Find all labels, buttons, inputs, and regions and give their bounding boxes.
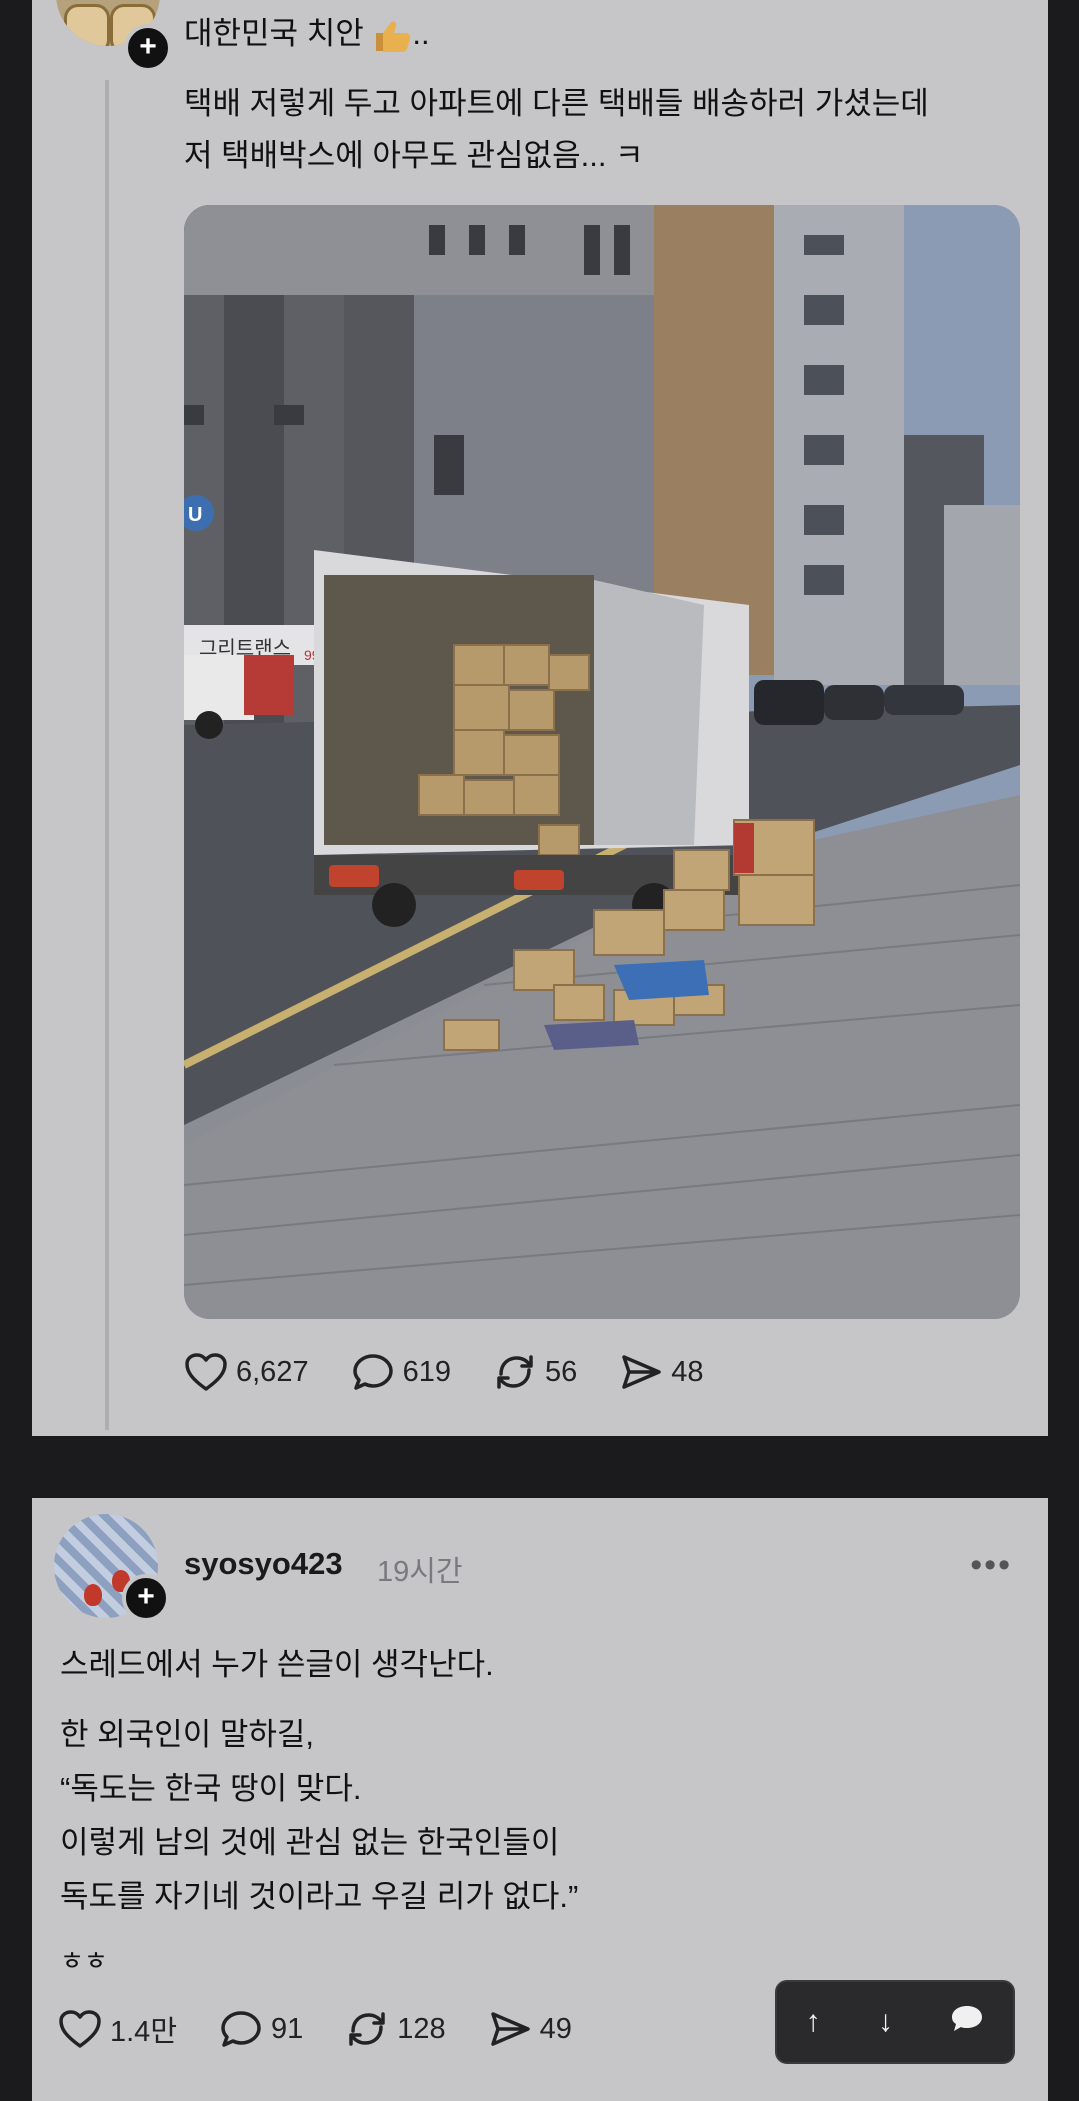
share-button[interactable]: 48	[619, 1352, 704, 1392]
like-button[interactable]: 6,627	[184, 1352, 309, 1392]
post-time: 19시간	[377, 1556, 463, 1588]
repost-button[interactable]: 56	[493, 1352, 577, 1392]
comment-count: 91	[271, 2012, 304, 2045]
send-icon	[622, 1355, 661, 1389]
comment-icon	[352, 1354, 393, 1390]
scroll-up-button[interactable]: ↑	[806, 2005, 821, 2039]
like-count: 1.4만	[110, 2016, 177, 2048]
username[interactable]: syosyo423	[184, 1546, 343, 1582]
repost-count: 56	[544, 1355, 578, 1388]
chat-icon[interactable]	[950, 2003, 984, 2041]
follow-plus-icon[interactable]: +	[122, 1574, 170, 1622]
post-body: 택배 저렇게 두고 아파트에 다른 택배들 배송하러 가셨는데 저 택배박스에 …	[184, 78, 929, 182]
thumbs-up-icon	[372, 19, 412, 53]
repost-button[interactable]: 128	[345, 2009, 446, 2049]
scroll-down-button[interactable]: ↓	[878, 2005, 893, 2039]
like-count: 6,627	[236, 1355, 309, 1388]
post-actions: 6,627 619 56 48	[184, 1352, 746, 1392]
post-card: + 대한민국 치안 .. 택배 저렇게 두고 아파트에 다른 택배들 배송하러 …	[32, 0, 1048, 1436]
floating-nav-bar: ↑ ↓	[775, 1980, 1015, 2064]
send-icon	[490, 2012, 530, 2046]
thread-line	[105, 80, 109, 1430]
share-count: 49	[539, 2012, 572, 2045]
post-text-line: “독도는 한국 땅이 맞다.	[60, 1771, 362, 1806]
post-actions: 1.4만 91 128 49	[58, 2008, 614, 2050]
post-text-line: 독도를 자기네 것이라고 우길 리가 없다.”	[60, 1879, 579, 1914]
comment-button[interactable]: 619	[351, 1352, 451, 1392]
repost-count: 128	[397, 2012, 446, 2045]
repost-icon	[349, 2012, 386, 2046]
post-text-line: 저 택배박스에 아무도 관심없음... ㅋ	[184, 138, 644, 173]
post-text-line: 이렇게 남의 것에 관심 없는 한국인들이	[60, 1825, 560, 1860]
comment-button[interactable]: 91	[219, 2009, 303, 2049]
heart-icon	[59, 2010, 101, 2048]
post-text-line: 스레드에서 누가 쓴글이 생각난다.	[60, 1647, 494, 1682]
like-button[interactable]: 1.4만	[58, 2008, 177, 2050]
comment-count: 619	[402, 1355, 451, 1388]
repost-icon	[497, 1355, 533, 1389]
follow-plus-icon[interactable]: +	[124, 24, 172, 72]
post-text-line: 택배 저렇게 두고 아파트에 다른 택배들 배송하러 가셨는데	[184, 86, 929, 121]
comment-icon	[221, 2011, 261, 2047]
post-text-line: ㅎㅎ	[60, 1946, 108, 1976]
post-text-line: 한 외국인이 말하길,	[60, 1717, 314, 1752]
post-photo[interactable]: 그리트랜스 995 U	[184, 205, 1020, 1319]
more-options-icon[interactable]: •••	[970, 1546, 1012, 1585]
post-title: 대한민국 치안 ..	[184, 16, 430, 53]
sign-letter: U	[188, 504, 202, 526]
heart-icon	[185, 1353, 227, 1391]
share-button[interactable]: 49	[488, 2009, 572, 2049]
share-count: 48	[671, 1355, 704, 1388]
